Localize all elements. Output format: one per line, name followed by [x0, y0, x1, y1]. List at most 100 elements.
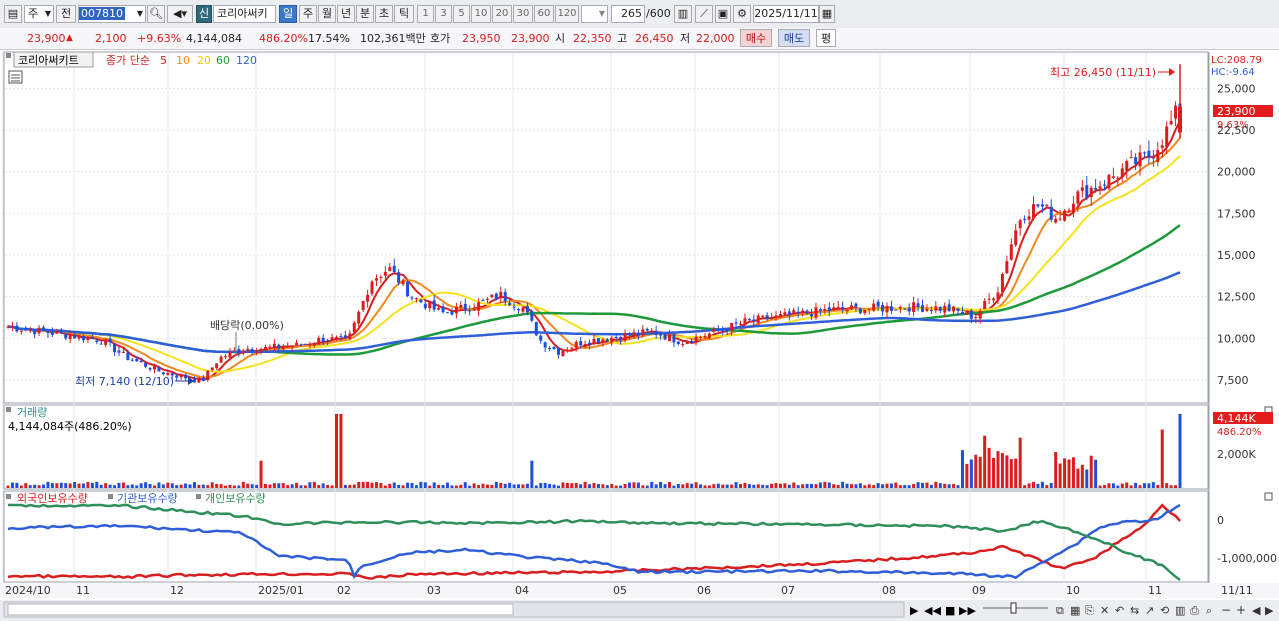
candle-body: [90, 336, 94, 339]
x-axis-label: 12: [170, 584, 184, 597]
save-icon[interactable]: ▣: [715, 5, 731, 23]
layout-icon[interactable]: ▤: [4, 5, 22, 23]
candle-body: [836, 306, 840, 308]
period-second-tab[interactable]: 초: [375, 5, 393, 23]
eval-button[interactable]: 평: [816, 29, 836, 47]
candle-body: [401, 280, 405, 285]
chart-type-icon[interactable]: ▥: [1175, 604, 1185, 617]
candle-body: [33, 331, 37, 335]
interval-10[interactable]: 10: [471, 5, 491, 23]
prev-button[interactable]: 전: [56, 5, 76, 23]
buy-button[interactable]: 매수: [740, 29, 772, 47]
volume-bar: [636, 482, 640, 488]
copy-icon[interactable]: ⎘: [1085, 604, 1094, 617]
print-icon[interactable]: ⎙: [1190, 604, 1199, 617]
volume-bar: [654, 484, 658, 488]
layout-icon[interactable]: ⧉: [1056, 604, 1064, 617]
candle-body: [1165, 126, 1169, 148]
volume-bar: [201, 484, 205, 488]
undo-icon[interactable]: ↶: [1115, 604, 1124, 617]
candle-body: [508, 302, 512, 306]
count-input[interactable]: 265: [611, 5, 645, 23]
fit-right-icon[interactable]: ▶: [1265, 604, 1274, 617]
reset-icon[interactable]: ⟲: [1160, 604, 1169, 617]
date-input[interactable]: 2025/11/11: [753, 5, 819, 23]
candle-body: [907, 307, 911, 312]
candle-type-icon[interactable]: ▥: [674, 5, 692, 23]
chart-area[interactable]: 코리아써키트 종가 단순 5 10 20 60 120 최고 26,450 (1…: [0, 50, 1279, 621]
zoom-slider-handle[interactable]: [1010, 602, 1017, 614]
interval-20[interactable]: 20: [492, 5, 512, 23]
period-tick-tab[interactable]: 틱: [394, 5, 414, 23]
candle-body: [707, 333, 711, 338]
code-input[interactable]: 007810 ▼: [78, 5, 146, 23]
close-panel-icon[interactable]: [1264, 492, 1273, 501]
candle-body: [383, 271, 387, 276]
volume-bar: [663, 484, 667, 488]
period-year-tab[interactable]: 년: [337, 5, 355, 23]
candle-body: [956, 308, 960, 311]
volume-bar: [126, 485, 130, 488]
ask-price: 23,950: [462, 32, 501, 45]
scroll-thumb[interactable]: [7, 603, 514, 616]
candle-body: [579, 341, 583, 346]
interval-5[interactable]: 5: [453, 5, 470, 23]
draw-line-icon[interactable]: ⟋: [695, 5, 713, 23]
volume-panel[interactable]: [3, 404, 1209, 490]
fit-icon[interactable]: ◀: [1252, 604, 1261, 617]
period-week-tab[interactable]: 주: [299, 5, 317, 23]
candle-body: [299, 344, 303, 346]
x-axis-label: 11: [1148, 584, 1162, 597]
interval-1[interactable]: 1: [417, 5, 434, 23]
sell-button[interactable]: 매도: [778, 29, 810, 47]
candle-body: [699, 336, 703, 338]
crosshair-icon[interactable]: ✕: [1100, 604, 1109, 617]
volume-bar: [739, 484, 742, 488]
scroll-right-icon[interactable]: ▶: [910, 604, 919, 617]
high-label: 고: [617, 32, 628, 45]
volume-bar: [1142, 483, 1146, 488]
rewind-icon[interactable]: ◀◀: [924, 604, 941, 617]
candle-body: [818, 309, 822, 311]
period-day-tab[interactable]: 일: [279, 5, 297, 23]
interval-120[interactable]: 120: [555, 5, 579, 23]
interval-30[interactable]: 30: [513, 5, 533, 23]
volume-bar: [468, 485, 472, 488]
candle-body: [1151, 157, 1155, 159]
price-tick: 10,000: [1217, 332, 1256, 345]
candle-body: [419, 299, 423, 303]
period-month-tab[interactable]: 월: [318, 5, 336, 23]
candle-body: [783, 312, 787, 316]
speaker-icon[interactable]: ◀▾: [167, 5, 193, 23]
volume-bar: [1138, 485, 1142, 488]
candle-body: [1067, 210, 1071, 213]
candle-body: [1111, 176, 1115, 178]
forward-icon[interactable]: ▶▶: [959, 604, 976, 617]
grid-icon[interactable]: ▦: [1070, 604, 1080, 617]
calendar-icon[interactable]: ▦: [819, 5, 835, 23]
market-select[interactable]: 주 ▼: [24, 5, 54, 23]
search-icon[interactable]: 🔍︎: [147, 5, 165, 23]
volume-bar: [1147, 483, 1151, 488]
volume-bar: [721, 484, 725, 488]
candle-body: [1169, 120, 1173, 125]
zoom-in-icon[interactable]: +: [1236, 603, 1246, 617]
interval-custom-select[interactable]: ▼: [581, 5, 608, 23]
candle-body: [1094, 187, 1098, 190]
period-minute-tab[interactable]: 분: [356, 5, 374, 23]
volume-bar: [477, 485, 481, 488]
volume-bar: [184, 483, 188, 488]
x-axis-label: 03: [427, 584, 441, 597]
volume-bar: [1125, 482, 1129, 488]
interval-3[interactable]: 3: [435, 5, 452, 23]
volume: 4,144,084: [186, 32, 242, 45]
zoom-out-icon[interactable]: −: [1221, 603, 1231, 617]
gear-icon[interactable]: ⚙: [733, 5, 751, 23]
magnifier-icon[interactable]: ⌕: [1206, 604, 1212, 617]
candle-body: [1076, 191, 1080, 204]
stop-icon[interactable]: ■: [945, 604, 955, 617]
trend-icon[interactable]: ↗: [1145, 604, 1154, 617]
volume-bar: [934, 481, 938, 488]
interval-60[interactable]: 60: [534, 5, 554, 23]
arrows-icon[interactable]: ⇆: [1130, 604, 1139, 617]
